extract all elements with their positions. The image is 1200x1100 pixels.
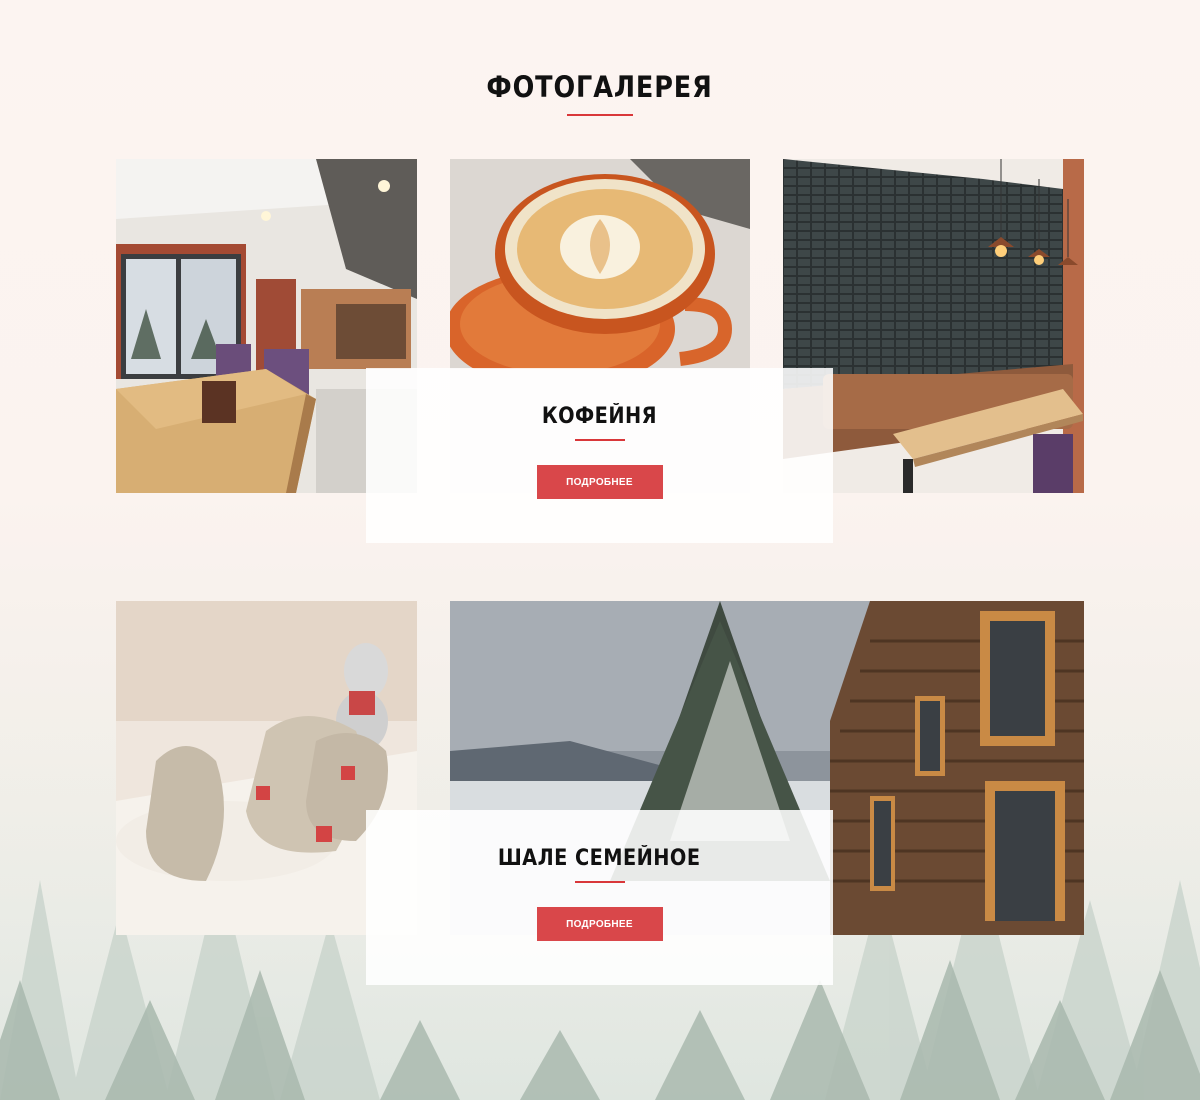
card-title: ШАЛЕ СЕМЕЙНОЕ xyxy=(498,846,701,871)
title-underline xyxy=(567,114,633,116)
chalet-details-button[interactable]: ПОДРОБНЕЕ xyxy=(536,907,663,941)
card-underline xyxy=(574,439,625,441)
card-title: КОФЕЙНЯ xyxy=(541,404,658,429)
page-title: ФОТОГАЛЕРЕЯ xyxy=(486,70,714,104)
cafe-details-button[interactable]: ПОДРОБНЕЕ xyxy=(536,465,663,499)
card-underline xyxy=(574,881,625,883)
cafe-card: КОФЕЙНЯ ПОДРОБНЕЕ xyxy=(366,368,833,543)
family-chalet-card: ШАЛЕ СЕМЕЙНОЕ ПОДРОБНЕЕ xyxy=(366,810,833,985)
gallery-header: ФОТОГАЛЕРЕЯ xyxy=(0,70,1200,116)
